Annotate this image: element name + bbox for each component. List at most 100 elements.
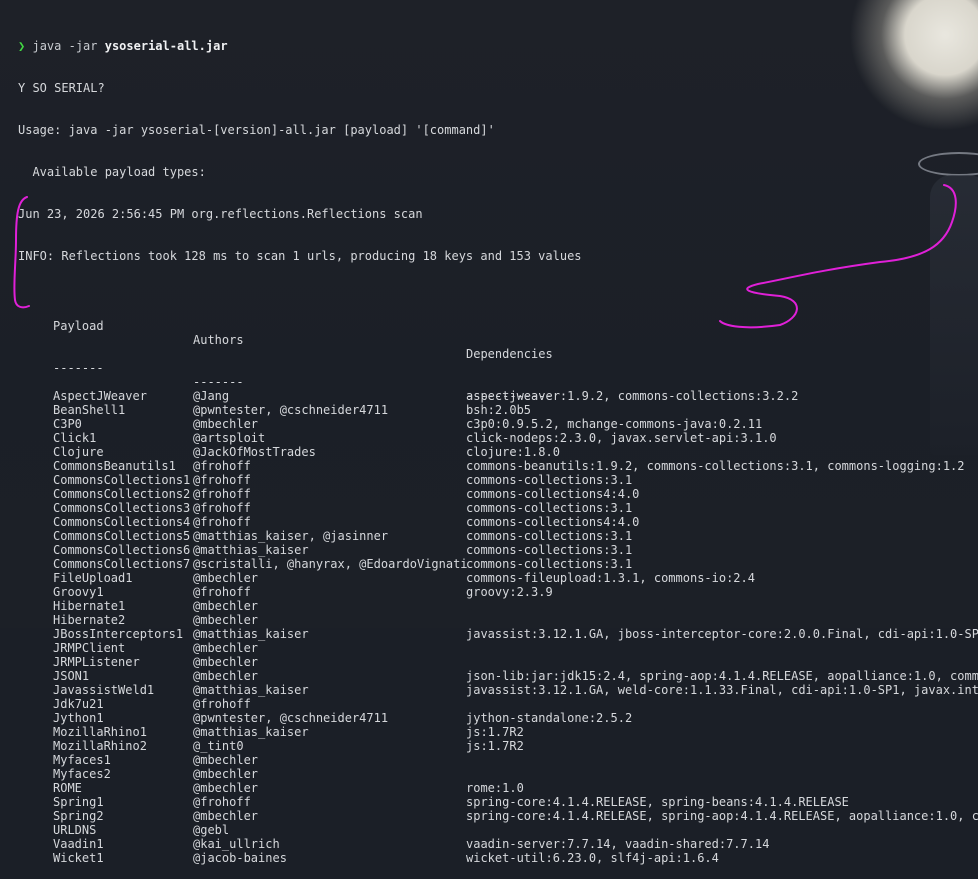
- payload-authors: @matthias_kaiser: [193, 725, 309, 739]
- table-row: Hibernate1 @mbechler: [18, 599, 978, 613]
- table-row: Jython1 @pwntester, @cschneider4711 jython…: [18, 711, 978, 725]
- command-argument: ysoserial-all.jar: [104, 39, 228, 53]
- payload-dependencies: rome:1.0: [466, 781, 524, 795]
- payload-name: CommonsCollections2: [53, 487, 191, 501]
- table-row: JRMPClient @mbechler: [18, 641, 978, 655]
- payload-name: CommonsCollections7: [53, 557, 191, 571]
- payload-authors: @jacob-baines: [193, 851, 287, 865]
- payload-dependencies: clojure:1.8.0: [466, 445, 560, 459]
- payload-table-body: AspectJWeaver @Jang aspectjweaver:1.9.2, c…: [18, 389, 978, 865]
- payload-name: FileUpload1: [53, 571, 133, 585]
- payload-dependencies: commons-collections:3.1: [466, 543, 633, 557]
- table-row: Jdk7u21 @frohoff: [18, 697, 978, 711]
- payload-name: JRMPListener: [53, 655, 140, 669]
- terminal-output[interactable]: ❯ java -jar ysoserial-all.jar Y SO SERIA…: [18, 11, 978, 879]
- payload-authors: @frohoff: [193, 459, 251, 473]
- payload-dependencies: js:1.7R2: [466, 725, 524, 739]
- payload-dependencies: javassist:3.12.1.GA, jboss-interceptor-c…: [466, 627, 978, 641]
- table-row: AspectJWeaver @Jang aspectjweaver:1.9.2, c…: [18, 389, 978, 403]
- payload-name: CommonsBeanutils1: [53, 459, 176, 473]
- payload-authors: @mbechler: [193, 641, 259, 655]
- table-row: CommonsCollections6 @matthias_kaiser commo…: [18, 543, 978, 557]
- payload-name: C3P0: [53, 417, 82, 431]
- table-row: CommonsBeanutils1 @frohoff commons-beanuti…: [18, 459, 978, 473]
- payload-name: Hibernate1: [53, 599, 126, 613]
- command-line: ❯ java -jar ysoserial-all.jar: [18, 39, 978, 53]
- payload-dependencies: click-nodeps:2.3.0, javax.servlet-api:3.…: [466, 431, 777, 445]
- payload-name: Spring1: [53, 795, 104, 809]
- table-row: Spring2 @mbechler spring-core:4.1.4.RELEAS…: [18, 809, 978, 823]
- payload-name: Click1: [53, 431, 97, 445]
- command-program: java -jar: [32, 39, 98, 53]
- table-row: CommonsCollections4 @frohoff commons-colle…: [18, 515, 978, 529]
- payload-dependencies: commons-collections4:4.0: [466, 515, 640, 529]
- table-separator-row: ------- ------- ------------: [18, 347, 978, 403]
- payload-authors: @_tint0: [193, 739, 244, 753]
- payload-name: CommonsCollections4: [53, 515, 191, 529]
- payload-authors: @mbechler: [193, 809, 259, 823]
- payload-dependencies: wicket-util:6.23.0, slf4j-api:1.6.4: [466, 851, 719, 865]
- table-row: Click1 @artsploit click-nodeps:2.3.0, java…: [18, 431, 978, 445]
- payload-authors: @matthias_kaiser: [193, 683, 309, 697]
- payload-name: BeanShell1: [53, 403, 126, 417]
- table-row: MozillaRhino1 @matthias_kaiser js:1.7R2: [18, 725, 978, 739]
- payload-name: MozillaRhino2: [53, 739, 147, 753]
- payload-dependencies: groovy:2.3.9: [466, 585, 553, 599]
- table-row: Hibernate2 @mbechler: [18, 613, 978, 627]
- table-row: CommonsCollections1 @frohoff commons-colle…: [18, 473, 978, 487]
- banner-line: Y SO SERIAL?: [18, 81, 105, 95]
- table-row: Groovy1 @frohoff groovy:2.3.9: [18, 585, 978, 599]
- payload-name: Wicket1: [53, 851, 104, 865]
- table-row: BeanShell1 @pwntester, @cschneider4711 bsh…: [18, 403, 978, 417]
- payload-name: Myfaces1: [53, 753, 111, 767]
- payload-name: JSON1: [53, 669, 90, 683]
- payload-name: JRMPClient: [53, 641, 126, 655]
- payload-name: Jython1: [53, 711, 104, 725]
- payload-authors: @mbechler: [193, 599, 259, 613]
- payload-authors: @frohoff: [193, 473, 251, 487]
- payload-dependencies: commons-collections:3.1: [466, 529, 633, 543]
- table-row: C3P0 @mbechler c3p0:0.9.5.2, mchange-commo…: [18, 417, 978, 431]
- payload-name: CommonsCollections1: [53, 473, 191, 487]
- payload-name: CommonsCollections6: [53, 543, 191, 557]
- payload-dependencies: commons-fileupload:1.3.1, commons-io:2.4: [466, 571, 755, 585]
- table-row: Clojure @JackOfMostTrades clojure:1.8.0: [18, 445, 978, 459]
- payload-authors: @pwntester, @cschneider4711: [193, 711, 389, 725]
- log-info-line: INFO: Reflections took 128 ms to scan 1 …: [18, 249, 582, 263]
- payload-authors: @mbechler: [193, 613, 259, 627]
- table-header-row: Payload Authors Dependencies: [18, 305, 978, 361]
- separator-payload: -------: [53, 361, 104, 375]
- table-row: Spring1 @frohoff spring-core:4.1.4.RELEASE…: [18, 795, 978, 809]
- payload-dependencies: spring-core:4.1.4.RELEASE, spring-aop:4.…: [466, 809, 978, 823]
- payload-authors: @frohoff: [193, 501, 251, 515]
- payload-authors: @mbechler: [193, 669, 259, 683]
- payload-name: Clojure: [53, 445, 104, 459]
- payload-dependencies: spring-core:4.1.4.RELEASE, spring-beans:…: [466, 795, 849, 809]
- table-row: Vaadin1 @kai_ullrich vaadin-server:7.7.14,…: [18, 837, 978, 851]
- payload-authors: @mbechler: [193, 781, 259, 795]
- log-timestamp-line: Jun 23, 2026 2:56:45 PM org.reflections.…: [18, 207, 423, 221]
- payload-name: Myfaces2: [53, 767, 111, 781]
- table-row: JRMPListener @mbechler: [18, 655, 978, 669]
- payload-dependencies: commons-collections:3.1: [466, 557, 633, 571]
- payload-dependencies: javassist:3.12.1.GA, weld-core:1.1.33.Fi…: [466, 683, 978, 697]
- table-row: Myfaces2 @mbechler: [18, 767, 978, 781]
- table-row: CommonsCollections3 @frohoff commons-colle…: [18, 501, 978, 515]
- payload-authors: @mbechler: [193, 571, 259, 585]
- payload-dependencies: commons-collections4:4.0: [466, 487, 640, 501]
- payload-name: CommonsCollections3: [53, 501, 191, 515]
- payload-dependencies: commons-beanutils:1.9.2, commons-collect…: [466, 459, 965, 473]
- payload-name: Groovy1: [53, 585, 104, 599]
- available-line: Available payload types:: [18, 165, 206, 179]
- payload-authors: @frohoff: [193, 487, 251, 501]
- table-row: ROME @mbechler rome:1.0: [18, 781, 978, 795]
- payload-authors: @pwntester, @cschneider4711: [193, 403, 389, 417]
- payload-authors: @gebl: [193, 823, 230, 837]
- payload-name: Jdk7u21: [53, 697, 104, 711]
- payload-authors: @frohoff: [193, 795, 251, 809]
- payload-authors: @matthias_kaiser, @jasinner: [193, 529, 389, 543]
- payload-authors: @scristalli, @hanyrax, @EdoardoVignati: [193, 557, 468, 571]
- payload-dependencies: c3p0:0.9.5.2, mchange-commons-java:0.2.1…: [466, 417, 763, 431]
- payload-dependencies: json-lib:jar:jdk15:2.4, spring-aop:4.1.4…: [466, 669, 978, 683]
- payload-name: Spring2: [53, 809, 104, 823]
